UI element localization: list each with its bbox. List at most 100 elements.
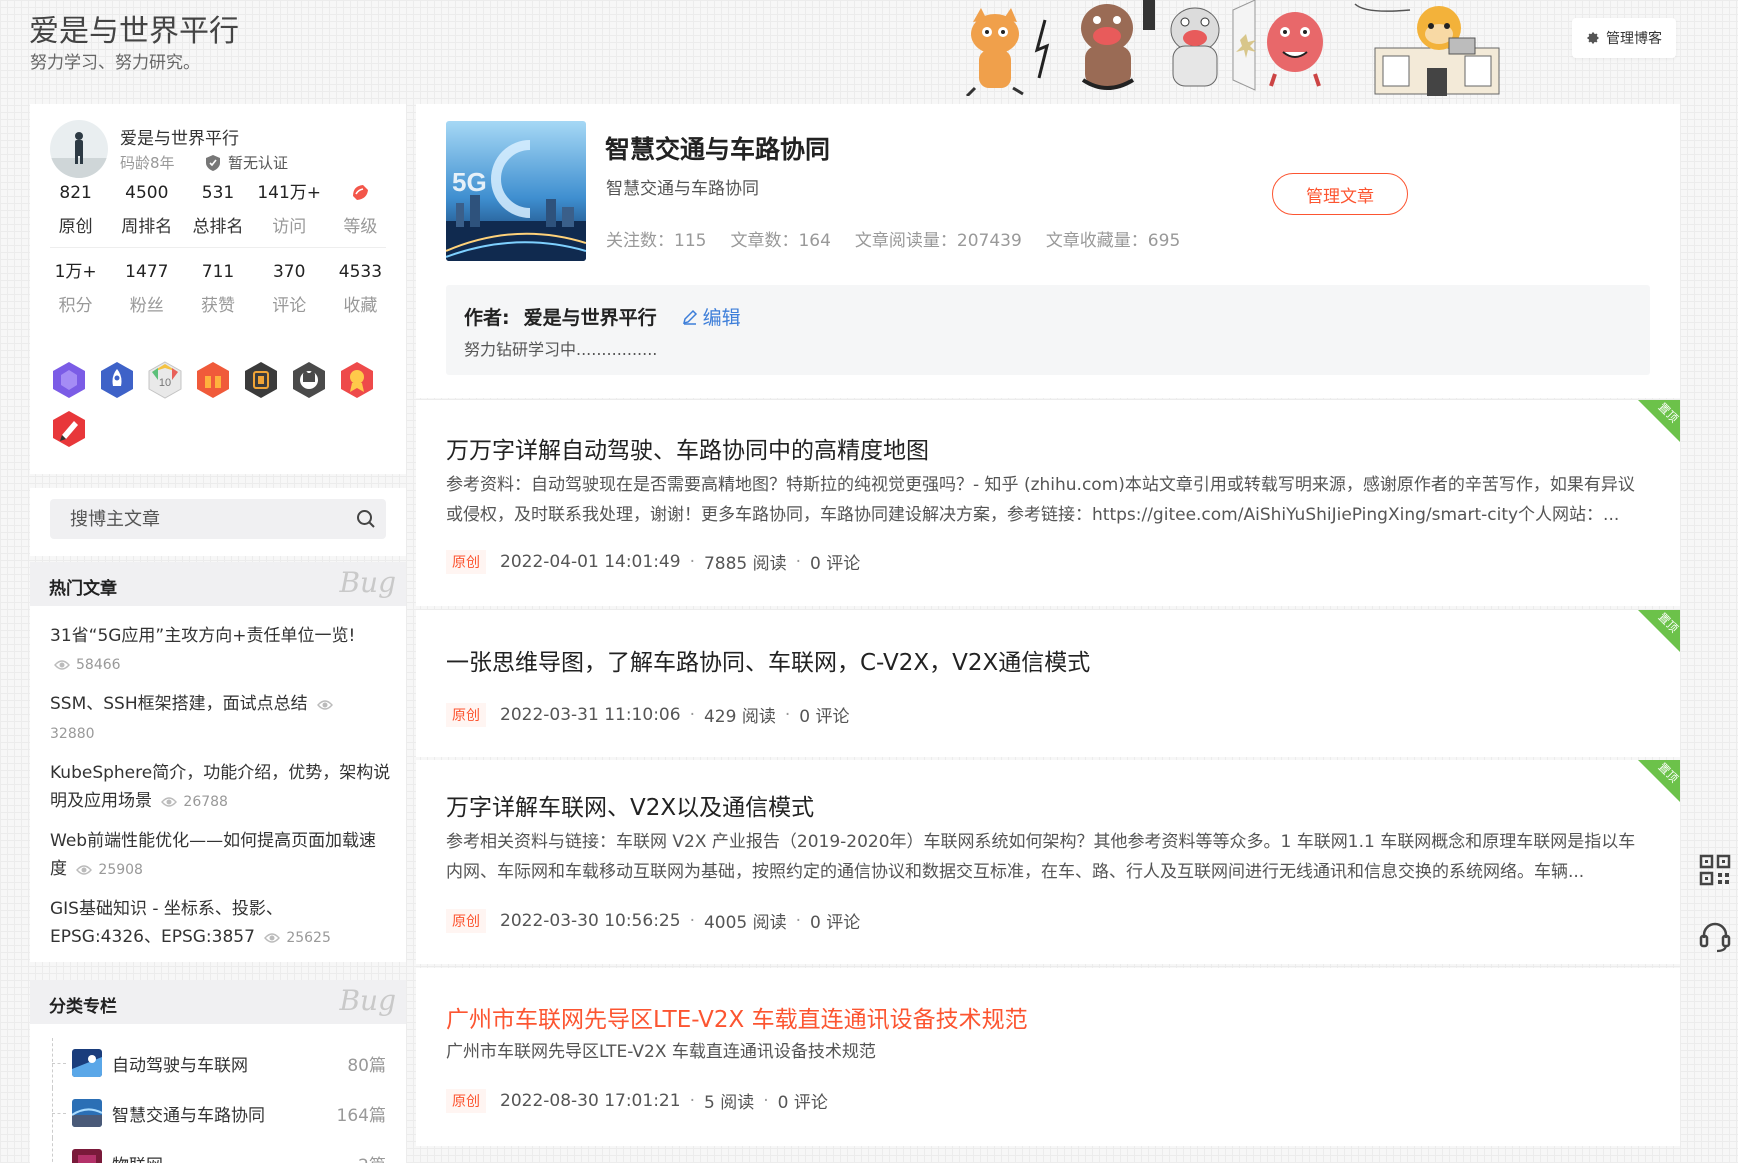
bug-watermark: Bug xyxy=(339,984,396,1017)
stat-total-rank[interactable]: 531 总排名 xyxy=(182,180,253,237)
gift-badge-icon[interactable] xyxy=(194,360,232,400)
category-count: 164篇 xyxy=(336,1105,386,1126)
article-reads: 5 阅读 xyxy=(703,1093,755,1113)
stat-label: 总排名 xyxy=(192,217,244,237)
edit-link[interactable]: 编辑 xyxy=(681,303,741,330)
article-date: 2022-03-31 11:10:06 xyxy=(500,704,681,725)
author-box: 作者: 爱是与世界平行 编辑 努力钻研学习中................ xyxy=(446,285,1650,375)
manage-articles-button[interactable]: 管理文章 xyxy=(1272,173,1408,215)
view-count: 25908 xyxy=(72,862,143,878)
hot-articles-title: 热门文章 xyxy=(49,579,117,599)
stat-label: 原创 xyxy=(58,217,93,237)
meta-separator: · xyxy=(689,551,695,572)
column-followers: 关注数：115 xyxy=(606,231,707,251)
article-item[interactable]: 置顶 万字详解车联网、V2X以及通信模式 参考相关资料与链接：车联网 V2X 产… xyxy=(416,760,1680,964)
search-input[interactable] xyxy=(50,499,340,539)
search-button[interactable] xyxy=(346,499,386,539)
article-meta: 原创 2022-03-31 11:10:06 · 429 阅读 · 0 评论 xyxy=(446,702,849,727)
gear-icon xyxy=(1587,32,1599,44)
stat-weekly-rank[interactable]: 4500 周排名 xyxy=(111,180,182,237)
blog-subtitle: 努力学习、努力研究。 xyxy=(30,53,200,73)
pen-badge-icon[interactable] xyxy=(50,409,88,449)
blog-title[interactable]: 爱是与世界平行 xyxy=(29,6,239,50)
10-years-badge-icon[interactable]: 10 xyxy=(146,360,184,400)
view-count-value: 26788 xyxy=(183,794,228,810)
article-description[interactable]: 参考相关资料与链接：车联网 V2X 产业报告（2019-2020年）车联网系统如… xyxy=(446,827,1638,887)
stat-label: 积分 xyxy=(58,296,93,316)
view-count: 25625 xyxy=(260,930,331,946)
category-item[interactable]: 物联网 2篇 xyxy=(50,1138,386,1163)
column-read-count: 文章阅读量：207439 xyxy=(854,231,1022,251)
article-description[interactable]: 参考资料：自动驾驶现在是否需要高精地图？特斯拉的纯视觉更强吗？- 知乎 (zhi… xyxy=(446,470,1638,530)
author-name[interactable]: 爱是与世界平行 xyxy=(524,303,657,330)
customer-service-headset-icon[interactable] xyxy=(1697,918,1733,954)
article-title[interactable]: 广州市车联网先导区LTE-V2X 车载直连通讯设备技术规范 xyxy=(446,1000,1028,1034)
stats-row-secondary: 1万+ 积分 1477 粉丝 711 获赞 370 评论 4533 收藏 xyxy=(40,259,396,316)
edit-label: 编辑 xyxy=(702,307,741,329)
avatar[interactable] xyxy=(50,120,108,178)
category-item[interactable]: 自动驾驶与车联网 80篇 xyxy=(50,1038,386,1088)
article-comments[interactable]: 0 评论 xyxy=(810,549,860,574)
cartoon-cat-1 xyxy=(965,8,1024,96)
red-ribbon-badge-icon[interactable] xyxy=(338,360,376,400)
cover-text: 5G xyxy=(452,167,487,197)
article-meta: 原创 2022-08-30 17:01:21 · 5 阅读 · 0 评论 xyxy=(446,1088,828,1113)
author-label: 作者: xyxy=(464,307,510,329)
view-count: 58466 xyxy=(50,657,121,673)
stat-label: 收藏 xyxy=(343,296,378,316)
stat-value: 1万+ xyxy=(54,262,97,282)
category-item[interactable]: 智慧交通与车路协同 164篇 xyxy=(50,1088,386,1138)
header-cartoon-banner xyxy=(965,0,1500,96)
article-item[interactable]: 广州市车联网先导区LTE-V2X 车载直连通讯设备技术规范 广州市车联网先导区L… xyxy=(416,968,1680,1146)
purple-hex-badge-icon[interactable] xyxy=(50,360,88,400)
stat-original[interactable]: 821 原创 xyxy=(40,180,111,237)
article-date: 2022-08-30 17:01:21 xyxy=(500,1090,681,1111)
article-comments[interactable]: 0 评论 xyxy=(799,702,849,727)
profile-name[interactable]: 爱是与世界平行 xyxy=(120,124,239,149)
categories-card: 分类专栏 Bug 自动驾驶与车联网 80篇 智慧交通与车路协同 164篇 物联网… xyxy=(30,980,406,1163)
stats-row-primary: 821 原创 4500 周排名 531 总排名 141万+ 访问 等级 xyxy=(40,180,396,237)
article-item[interactable]: 置顶 万万字详解自动驾驶、车路协同中的高精度地图 参考资料：自动驾驶现在是否需要… xyxy=(416,400,1680,606)
article-title[interactable]: 一张思维导图，了解车路协同、车联网，C-V2X，V2X通信模式 xyxy=(446,643,1090,677)
github-badge-icon[interactable] xyxy=(290,360,328,400)
qr-code-icon[interactable] xyxy=(1697,852,1733,888)
rocket-badge-icon[interactable] xyxy=(98,360,136,400)
article-comments[interactable]: 0 评论 xyxy=(778,1088,828,1113)
stat-value: 4533 xyxy=(338,262,383,282)
article-comments[interactable]: 0 评论 xyxy=(810,908,860,933)
hot-article-title[interactable]: SSM、SSH框架搭建，面试点总结 xyxy=(50,694,308,714)
article-title[interactable]: 万万字详解自动驾驶、车路协同中的高精度地图 xyxy=(446,431,929,465)
pin-badge-icon[interactable] xyxy=(242,360,280,400)
stat-fans[interactable]: 1477 粉丝 xyxy=(111,259,182,316)
view-count-value: 32880 xyxy=(50,726,95,742)
svg-text:10: 10 xyxy=(159,377,171,389)
article-title[interactable]: 万字详解车联网、V2X以及通信模式 xyxy=(446,788,814,822)
article-item[interactable]: 置顶 一张思维导图，了解车路协同、车联网，C-V2X，V2X通信模式 原创 20… xyxy=(416,610,1680,757)
certification-status: 暂无认证 xyxy=(206,152,288,173)
hot-article-title[interactable]: GIS基础知识 - 坐标系、投影、EPSG:4326、EPSG:3857 xyxy=(50,899,283,947)
code-age: 码龄8年 xyxy=(120,154,175,172)
column-title: 智慧交通与车路协同 xyxy=(605,135,831,164)
article-reads: 7885 阅读 xyxy=(703,554,787,574)
hot-article-title[interactable]: 31省“5G应用”主攻方向+责任单位一览! xyxy=(50,626,355,646)
view-count: 26788 xyxy=(157,794,228,810)
level-icon xyxy=(325,180,396,206)
eye-icon xyxy=(76,865,93,875)
manage-blog-button[interactable]: 管理博客 xyxy=(1572,18,1676,58)
pinned-corner-badge: 置顶 xyxy=(1638,400,1680,442)
hot-article-item[interactable]: Web前端性能优化——如何提高页面加载速度 25908 xyxy=(50,827,392,884)
hot-article-item[interactable]: 31省“5G应用”主攻方向+责任单位一览! 58466 xyxy=(50,622,392,679)
hot-article-item[interactable]: GIS基础知识 - 坐标系、投影、EPSG:4326、EPSG:3857 256… xyxy=(50,895,392,952)
article-description[interactable]: 广州市车联网先导区LTE-V2X 车载直连通讯设备技术规范 xyxy=(446,1037,1638,1067)
hot-article-item[interactable]: SSM、SSH框架搭建，面试点总结 32880 xyxy=(50,690,392,748)
category-name: 智慧交通与车路协同 xyxy=(112,1105,265,1126)
hot-article-item[interactable]: KubeSphere简介，功能介绍，优势，架构说明及应用场景 26788 xyxy=(50,759,392,816)
category-name: 自动驾驶与车联网 xyxy=(112,1055,248,1076)
original-tag: 原创 xyxy=(446,908,486,933)
stat-label: 粉丝 xyxy=(129,296,164,316)
meta-separator: · xyxy=(689,1090,695,1111)
stat-level[interactable]: 等级 xyxy=(325,180,396,237)
pinned-corner-badge: 置顶 xyxy=(1638,760,1680,802)
column-description: 智慧交通与车路协同 xyxy=(606,179,759,199)
stat-comments: 370 评论 xyxy=(254,259,325,316)
